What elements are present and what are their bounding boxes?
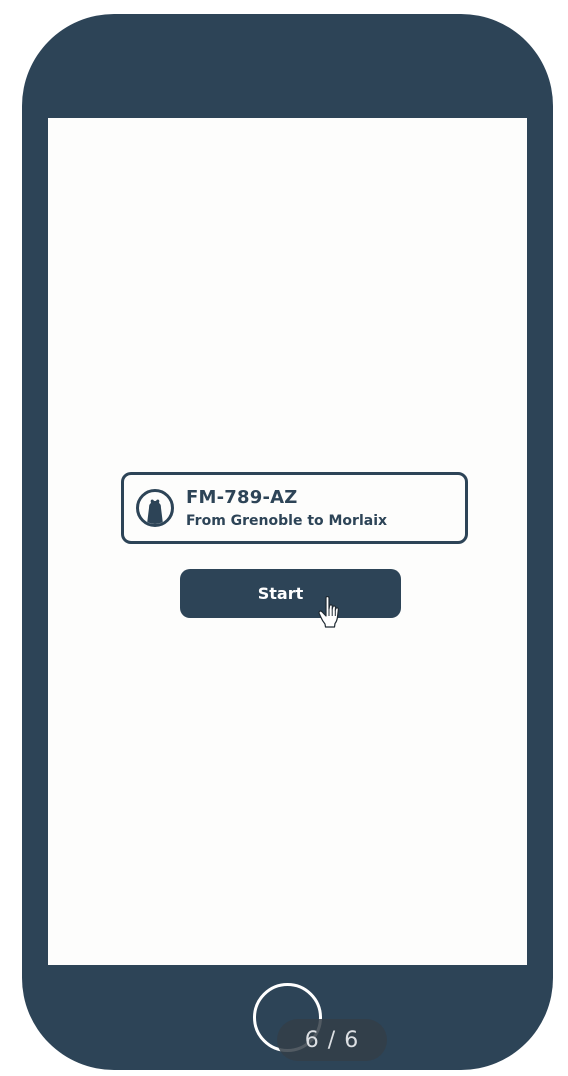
start-button-label: Start xyxy=(257,584,304,603)
vehicle-plate: FM-789-AZ xyxy=(186,487,298,508)
bear-icon xyxy=(136,489,174,527)
vehicle-route: From Grenoble to Morlaix xyxy=(186,513,388,529)
vehicle-card[interactable]: FM-789-AZ From Grenoble to Morlaix xyxy=(121,472,468,544)
page-indicator: 6 / 6 xyxy=(277,1019,387,1061)
start-button[interactable]: Start xyxy=(180,569,401,618)
